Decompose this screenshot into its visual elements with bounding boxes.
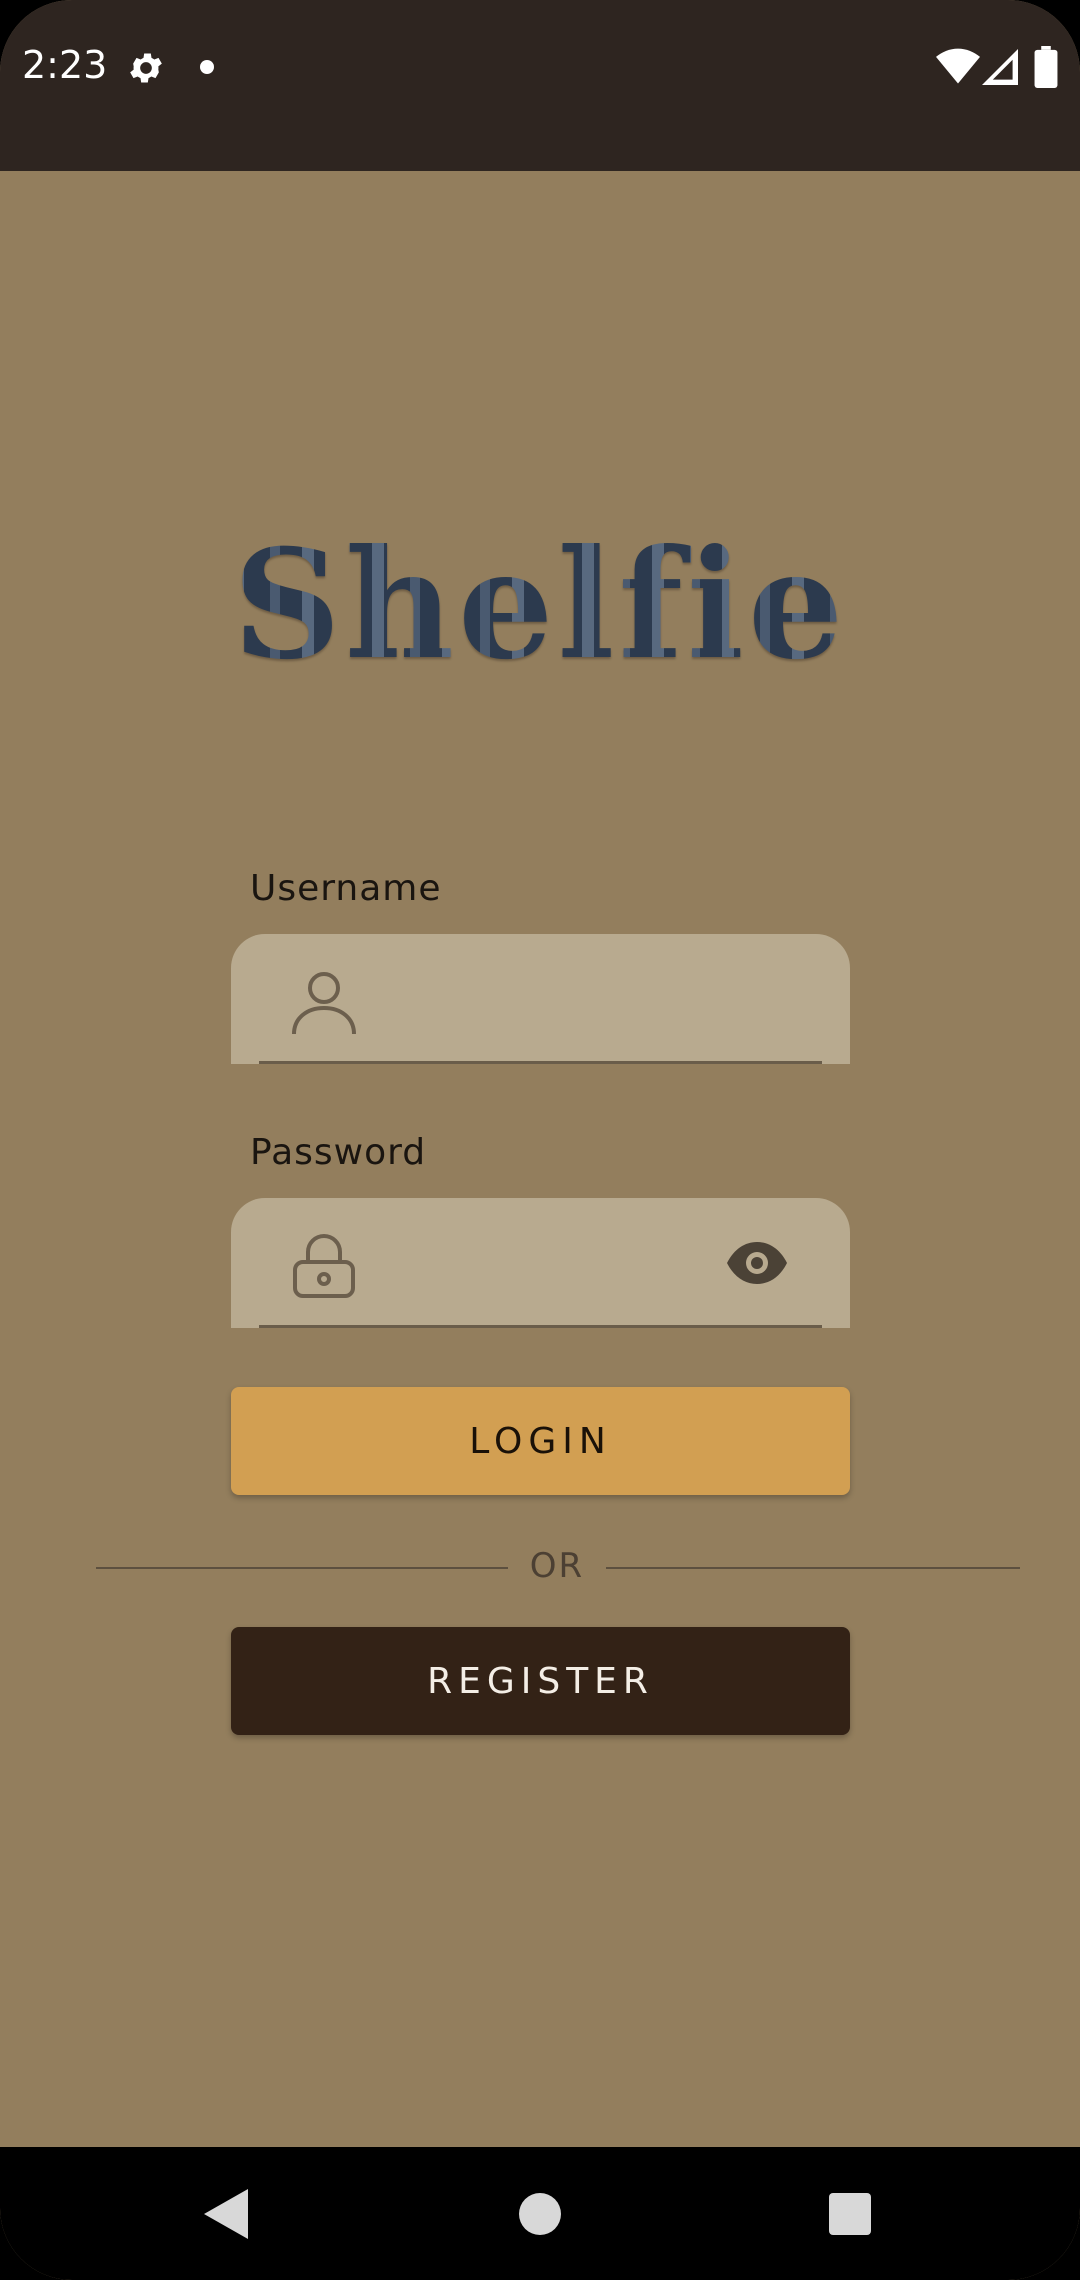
gear-icon bbox=[130, 53, 162, 83]
divider-or: OR bbox=[529, 1546, 585, 1586]
person-icon bbox=[292, 972, 356, 1035]
password-label: Password bbox=[250, 1132, 427, 1173]
app-logo: Shelfie bbox=[0, 520, 1080, 690]
phone-screen: 2:23 Shelfie Username Password LOGIN OR … bbox=[0, 0, 1080, 2280]
username-field[interactable] bbox=[231, 934, 850, 1064]
password-input[interactable] bbox=[371, 1198, 755, 1328]
status-bar: 2:23 bbox=[0, 0, 1080, 171]
battery-icon bbox=[1034, 46, 1058, 88]
lock-icon bbox=[293, 1234, 355, 1298]
eye-icon[interactable] bbox=[725, 1238, 789, 1288]
divider-line-right bbox=[606, 1567, 1020, 1569]
notification-dot-icon bbox=[200, 60, 214, 74]
home-icon[interactable] bbox=[519, 2193, 561, 2235]
status-time: 2:23 bbox=[22, 43, 108, 87]
username-input[interactable] bbox=[371, 934, 755, 1064]
wifi-icon bbox=[936, 48, 980, 84]
username-label: Username bbox=[250, 868, 442, 909]
cell-signal-icon bbox=[982, 49, 1018, 85]
recents-icon[interactable] bbox=[829, 2193, 871, 2235]
navigation-bar bbox=[0, 2147, 1080, 2280]
divider-line-left bbox=[96, 1567, 508, 1569]
password-field[interactable] bbox=[231, 1198, 850, 1328]
register-button[interactable]: REGISTER bbox=[231, 1627, 850, 1735]
back-icon[interactable] bbox=[204, 2189, 248, 2239]
login-button[interactable]: LOGIN bbox=[231, 1387, 850, 1495]
